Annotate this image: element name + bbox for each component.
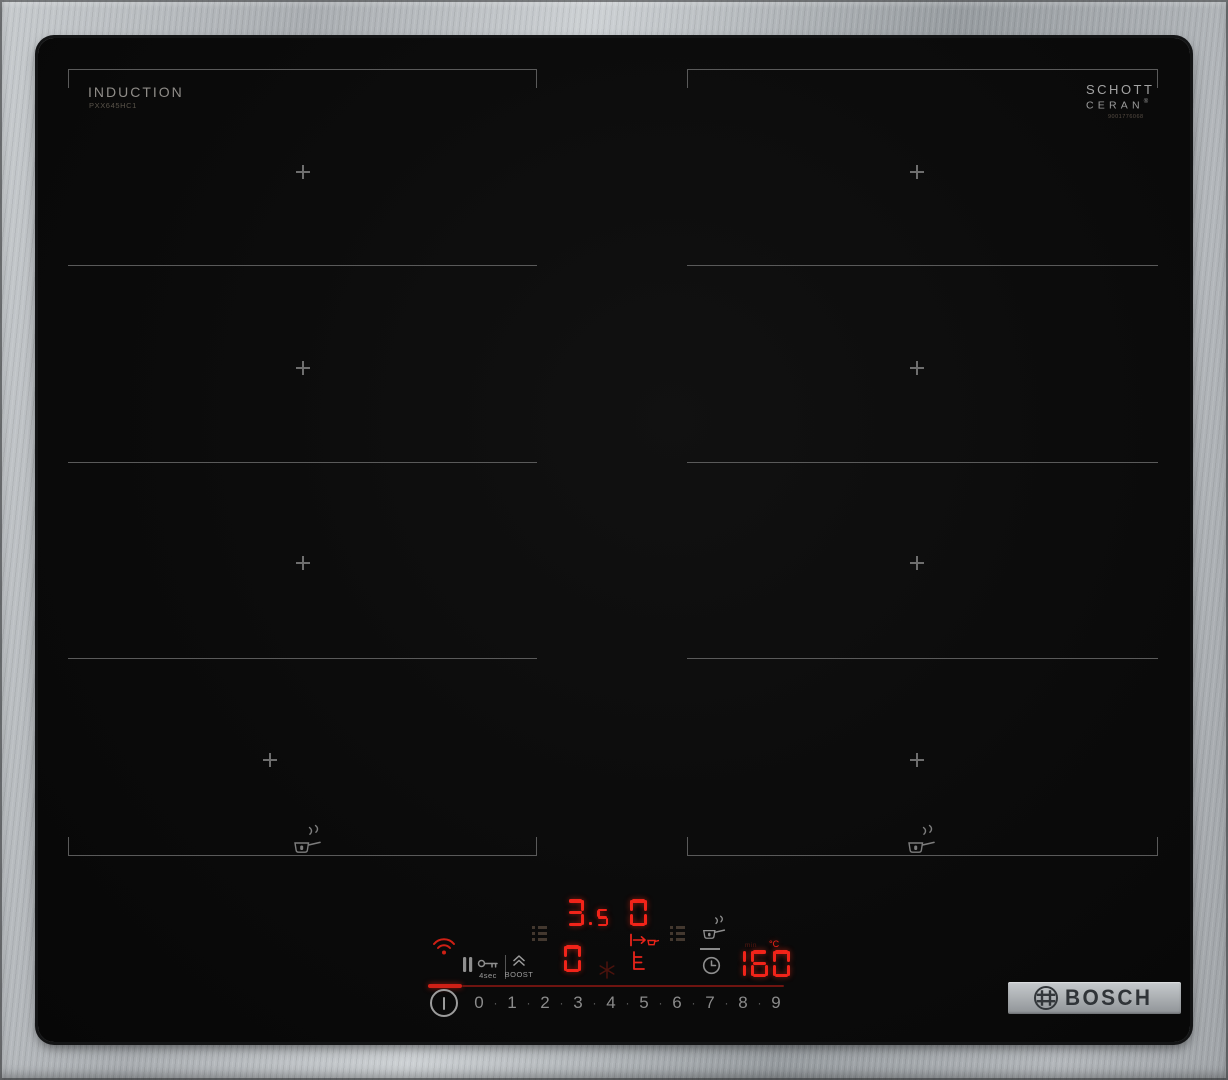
left-zone-top-right-corner [536, 69, 537, 88]
cooking-zone-plus-mark [296, 556, 310, 570]
bosch-emblem-icon [1034, 986, 1058, 1010]
power-level-6[interactable]: 6 [666, 993, 688, 1013]
move-pan-indicator-icon [630, 933, 659, 947]
right-zone-bottom-right-corner [1157, 837, 1158, 856]
power-level-0[interactable]: 0 [468, 993, 490, 1013]
level-separator-dot: · [691, 996, 696, 1010]
sensor-separator-line [700, 948, 720, 950]
boost-chevrons-icon[interactable] [511, 954, 527, 967]
power-level-display-bottom-left [564, 945, 581, 972]
slider-track-line [462, 984, 784, 988]
level-separator-dot: · [625, 996, 630, 1010]
left-zone-bottom-right-corner [536, 837, 537, 856]
power-level-4[interactable]: 4 [600, 993, 622, 1013]
bosch-badge: BOSCH [1008, 982, 1181, 1014]
power-level-7[interactable]: 7 [699, 993, 721, 1013]
boost-label: BOOST [504, 970, 534, 979]
frying-sensor-key-icon[interactable] [697, 915, 727, 943]
power-level-display-top-left [567, 899, 609, 926]
timer-min-label: min [745, 942, 757, 949]
left-zone-top-line [68, 69, 537, 70]
right-zone-top-line [687, 69, 1158, 70]
bosch-logo-text: BOSCH [1065, 985, 1153, 1010]
temperature-unit-label: °C [769, 939, 780, 949]
power-button[interactable] [430, 989, 458, 1017]
right-zone-divider-line [687, 658, 1158, 659]
right-zone-select-icon[interactable] [670, 925, 685, 942]
left-zone-divider-line [68, 658, 537, 659]
power-level-2[interactable]: 2 [534, 993, 556, 1013]
right-zone-divider-line [687, 265, 1158, 266]
left-zone-select-icon[interactable] [532, 925, 547, 942]
right-zone-top-left-corner [687, 69, 688, 88]
cooking-zone-plus-mark [910, 165, 924, 179]
left-zone-divider-line [68, 462, 537, 463]
level-separator-dot: · [658, 996, 663, 1010]
induction-label: INDUCTION [88, 84, 184, 100]
left-zone-top-left-corner [68, 69, 69, 88]
level-separator-dot: · [526, 996, 531, 1010]
model-number: PXX645HC1 [89, 101, 137, 110]
left-zone-divider-line [68, 265, 537, 266]
level-separator-dot: · [757, 996, 762, 1010]
childlock-key-icon[interactable] [477, 958, 499, 970]
level-separator-dot: · [724, 996, 729, 1010]
cooking-zone-plus-mark [296, 361, 310, 375]
schott-line2: CERAN [1086, 99, 1144, 112]
level-separator-dot: · [559, 996, 564, 1010]
frying-sensor-pan-icon [294, 824, 321, 853]
power-level-display-top-right [630, 899, 647, 926]
star-icon[interactable] [597, 960, 617, 980]
cooking-zone-plus-mark [910, 753, 924, 767]
left-zone-bottom-left-corner [68, 837, 69, 856]
frying-sensor-pan-icon [908, 824, 935, 853]
schott-line1: SCHOTT [1086, 82, 1155, 97]
power-level-8[interactable]: 8 [732, 993, 754, 1013]
power-level-1[interactable]: 1 [501, 993, 523, 1013]
cooking-zone-plus-mark [910, 361, 924, 375]
power-level-9[interactable]: 9 [765, 993, 787, 1013]
cooking-zone-plus-mark [296, 165, 310, 179]
registered-mark: ® [1143, 99, 1149, 105]
slider-active-segment [428, 984, 462, 988]
right-zone-top-right-corner [1157, 69, 1158, 88]
pause-bars-icon[interactable] [462, 956, 474, 973]
cooking-zone-plus-mark [263, 753, 277, 767]
right-zone-bottom-left-corner [687, 837, 688, 856]
level-separator-dot: · [493, 996, 498, 1010]
induction-hob: INDUCTION PXX645HC1 SCHOTT CERAN® 900177… [0, 0, 1228, 1080]
ceramic-glass-surface [38, 38, 1190, 1042]
power-level-3[interactable]: 3 [567, 993, 589, 1013]
schott-ceran-logo: SCHOTT CERAN® [1086, 82, 1155, 112]
move-pot-indicator-icon [633, 951, 645, 970]
power-level-5[interactable]: 5 [633, 993, 655, 1013]
temperature-display [729, 950, 790, 977]
childlock-label: 4sec [479, 971, 497, 980]
right-zone-divider-line [687, 462, 1158, 463]
timer-clock-icon[interactable] [702, 956, 721, 975]
level-separator-dot: · [592, 996, 597, 1010]
cooking-zone-plus-mark [910, 556, 924, 570]
wifi-icon[interactable] [431, 935, 457, 956]
glass-part-number: 9001776068 [1108, 114, 1144, 120]
